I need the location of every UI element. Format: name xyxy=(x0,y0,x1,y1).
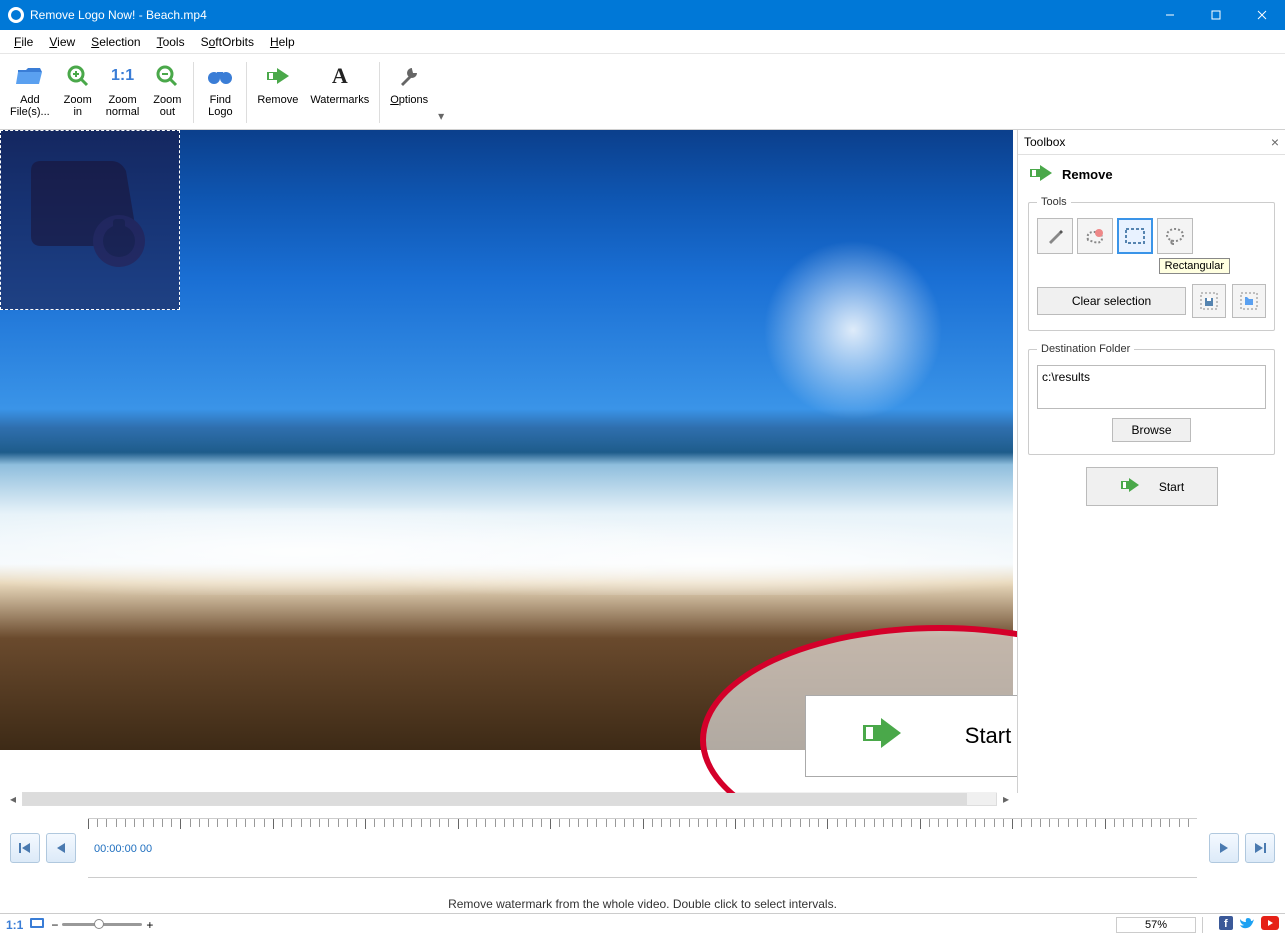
find-logo-button[interactable]: FindLogo xyxy=(198,56,242,129)
rectangular-tooltip: Rectangular xyxy=(1159,258,1230,274)
title-bar: Remove Logo Now! - Beach.mp4 xyxy=(0,0,1285,30)
arrow-right-icon xyxy=(859,715,905,757)
add-files-button[interactable]: AddFile(s)... xyxy=(4,56,56,129)
zoom-minus-icon[interactable]: − xyxy=(51,918,58,932)
lasso-tool[interactable] xyxy=(1157,218,1193,254)
menu-selection[interactable]: Selection xyxy=(83,33,148,51)
playback-bar: 00:00:00 00 xyxy=(0,809,1285,887)
clear-selection-button[interactable]: Clear selection xyxy=(1037,287,1186,315)
watermark-text-icon: A xyxy=(332,60,348,92)
svg-text:f: f xyxy=(1224,918,1228,930)
timeline-hint: Remove watermark from the whole video. D… xyxy=(0,897,1285,911)
arrow-right-icon xyxy=(1028,163,1054,186)
zoom-percent[interactable]: 57% xyxy=(1116,917,1196,933)
canvas-viewport[interactable]: Start xyxy=(0,130,1017,793)
toolbar: AddFile(s)... Zoomin 1:1 Zoomnormal Zoom… xyxy=(0,54,1285,130)
main-area: Start Toolbox × Remove Tools R xyxy=(0,130,1285,793)
load-selection-button[interactable] xyxy=(1232,284,1266,318)
zoom-slider[interactable]: − + xyxy=(51,918,153,932)
zoom-in-icon xyxy=(66,60,90,92)
minimize-button[interactable] xyxy=(1147,0,1193,30)
toolbar-overflow[interactable]: ▾ xyxy=(434,56,448,129)
goto-end-button[interactable] xyxy=(1245,833,1275,863)
scroll-left-icon[interactable]: ◂ xyxy=(6,792,20,806)
facebook-icon[interactable]: f xyxy=(1219,916,1233,933)
annotation-start-label: Start xyxy=(965,723,1011,749)
toolbar-label: AddFile(s)... xyxy=(10,94,50,118)
destination-path-input[interactable] xyxy=(1037,365,1266,409)
goto-start-button[interactable] xyxy=(10,833,40,863)
tools-legend: Tools xyxy=(1037,196,1071,208)
toolbox-panel: Toolbox × Remove Tools Rectangular Clear… xyxy=(1017,130,1285,793)
timeline[interactable]: 00:00:00 00 xyxy=(88,818,1197,878)
remove-button[interactable]: Remove xyxy=(251,56,304,129)
remove-label: Remove xyxy=(1062,167,1113,182)
watermarks-button[interactable]: A Watermarks xyxy=(304,56,375,129)
zoom-out-icon xyxy=(155,60,179,92)
arrow-right-icon xyxy=(1119,476,1141,497)
rectangular-tool[interactable] xyxy=(1117,218,1153,254)
toolbar-separator xyxy=(193,62,194,123)
toolbox-title: Toolbox xyxy=(1024,135,1065,149)
zoom-plus-icon[interactable]: + xyxy=(146,918,153,932)
youtube-icon[interactable] xyxy=(1261,916,1279,933)
start-button[interactable]: Start xyxy=(1086,467,1218,506)
menu-softorbits[interactable]: SoftOrbits xyxy=(193,33,262,51)
options-button[interactable]: Options xyxy=(384,56,434,129)
toolbar-label: Zoomin xyxy=(64,94,92,118)
app-icon xyxy=(8,7,24,23)
close-button[interactable] xyxy=(1239,0,1285,30)
folder-icon xyxy=(16,60,44,92)
annotation-start-button: Start xyxy=(805,695,1017,777)
freeform-tool[interactable] xyxy=(1077,218,1113,254)
toolbar-label: Zoomout xyxy=(153,94,181,118)
toolbar-label: Remove xyxy=(257,94,298,106)
toolbar-separator xyxy=(379,62,380,123)
destination-fieldset: Destination Folder Browse xyxy=(1028,343,1275,455)
menu-view[interactable]: View xyxy=(41,33,83,51)
wrench-icon xyxy=(398,60,420,92)
video-frame xyxy=(0,130,1013,750)
zoom-out-button[interactable]: Zoomout xyxy=(145,56,189,129)
scroll-thumb[interactable] xyxy=(23,793,967,805)
zoom-normal-button[interactable]: 1:1 Zoomnormal xyxy=(100,56,146,129)
maximize-button[interactable] xyxy=(1193,0,1239,30)
save-selection-button[interactable] xyxy=(1192,284,1226,318)
menu-bar: File View Selection Tools SoftOrbits Hel… xyxy=(0,30,1285,54)
horizontal-scrollbar[interactable]: ◂ ▸ xyxy=(6,791,1013,807)
toolbar-label: Options xyxy=(390,94,428,106)
zoom-normal-icon: 1:1 xyxy=(111,60,134,92)
selection-rectangle[interactable] xyxy=(0,130,180,310)
toolbar-label: Zoomnormal xyxy=(106,94,140,118)
binoculars-icon xyxy=(207,60,233,92)
arrow-right-icon xyxy=(265,60,291,92)
timecode: 00:00:00 00 xyxy=(94,843,152,855)
browse-button[interactable]: Browse xyxy=(1112,418,1190,442)
scroll-right-icon[interactable]: ▸ xyxy=(999,792,1013,806)
fit-screen-icon[interactable] xyxy=(29,917,45,932)
remove-section-header: Remove xyxy=(1028,163,1275,186)
status-bar: 1:1 − + 57% f xyxy=(0,913,1285,935)
toolbar-label: Watermarks xyxy=(310,94,369,106)
next-frame-button[interactable] xyxy=(1209,833,1239,863)
twitter-icon[interactable] xyxy=(1239,916,1255,933)
menu-file[interactable]: File xyxy=(6,33,41,51)
destination-legend: Destination Folder xyxy=(1037,343,1134,355)
window-title: Remove Logo Now! - Beach.mp4 xyxy=(30,8,1147,22)
prev-frame-button[interactable] xyxy=(46,833,76,863)
tools-fieldset: Tools Rectangular Clear selection xyxy=(1028,196,1275,331)
zoom-ratio-label[interactable]: 1:1 xyxy=(6,918,23,932)
menu-tools[interactable]: Tools xyxy=(149,33,193,51)
scroll-track[interactable] xyxy=(22,792,997,806)
toolbar-label: FindLogo xyxy=(208,94,232,118)
zoom-in-button[interactable]: Zoomin xyxy=(56,56,100,129)
toolbar-separator xyxy=(246,62,247,123)
marker-tool[interactable] xyxy=(1037,218,1073,254)
close-icon[interactable]: × xyxy=(1271,134,1279,150)
start-label: Start xyxy=(1159,480,1184,494)
toolbox-header: Toolbox × xyxy=(1018,130,1285,155)
menu-help[interactable]: Help xyxy=(262,33,303,51)
